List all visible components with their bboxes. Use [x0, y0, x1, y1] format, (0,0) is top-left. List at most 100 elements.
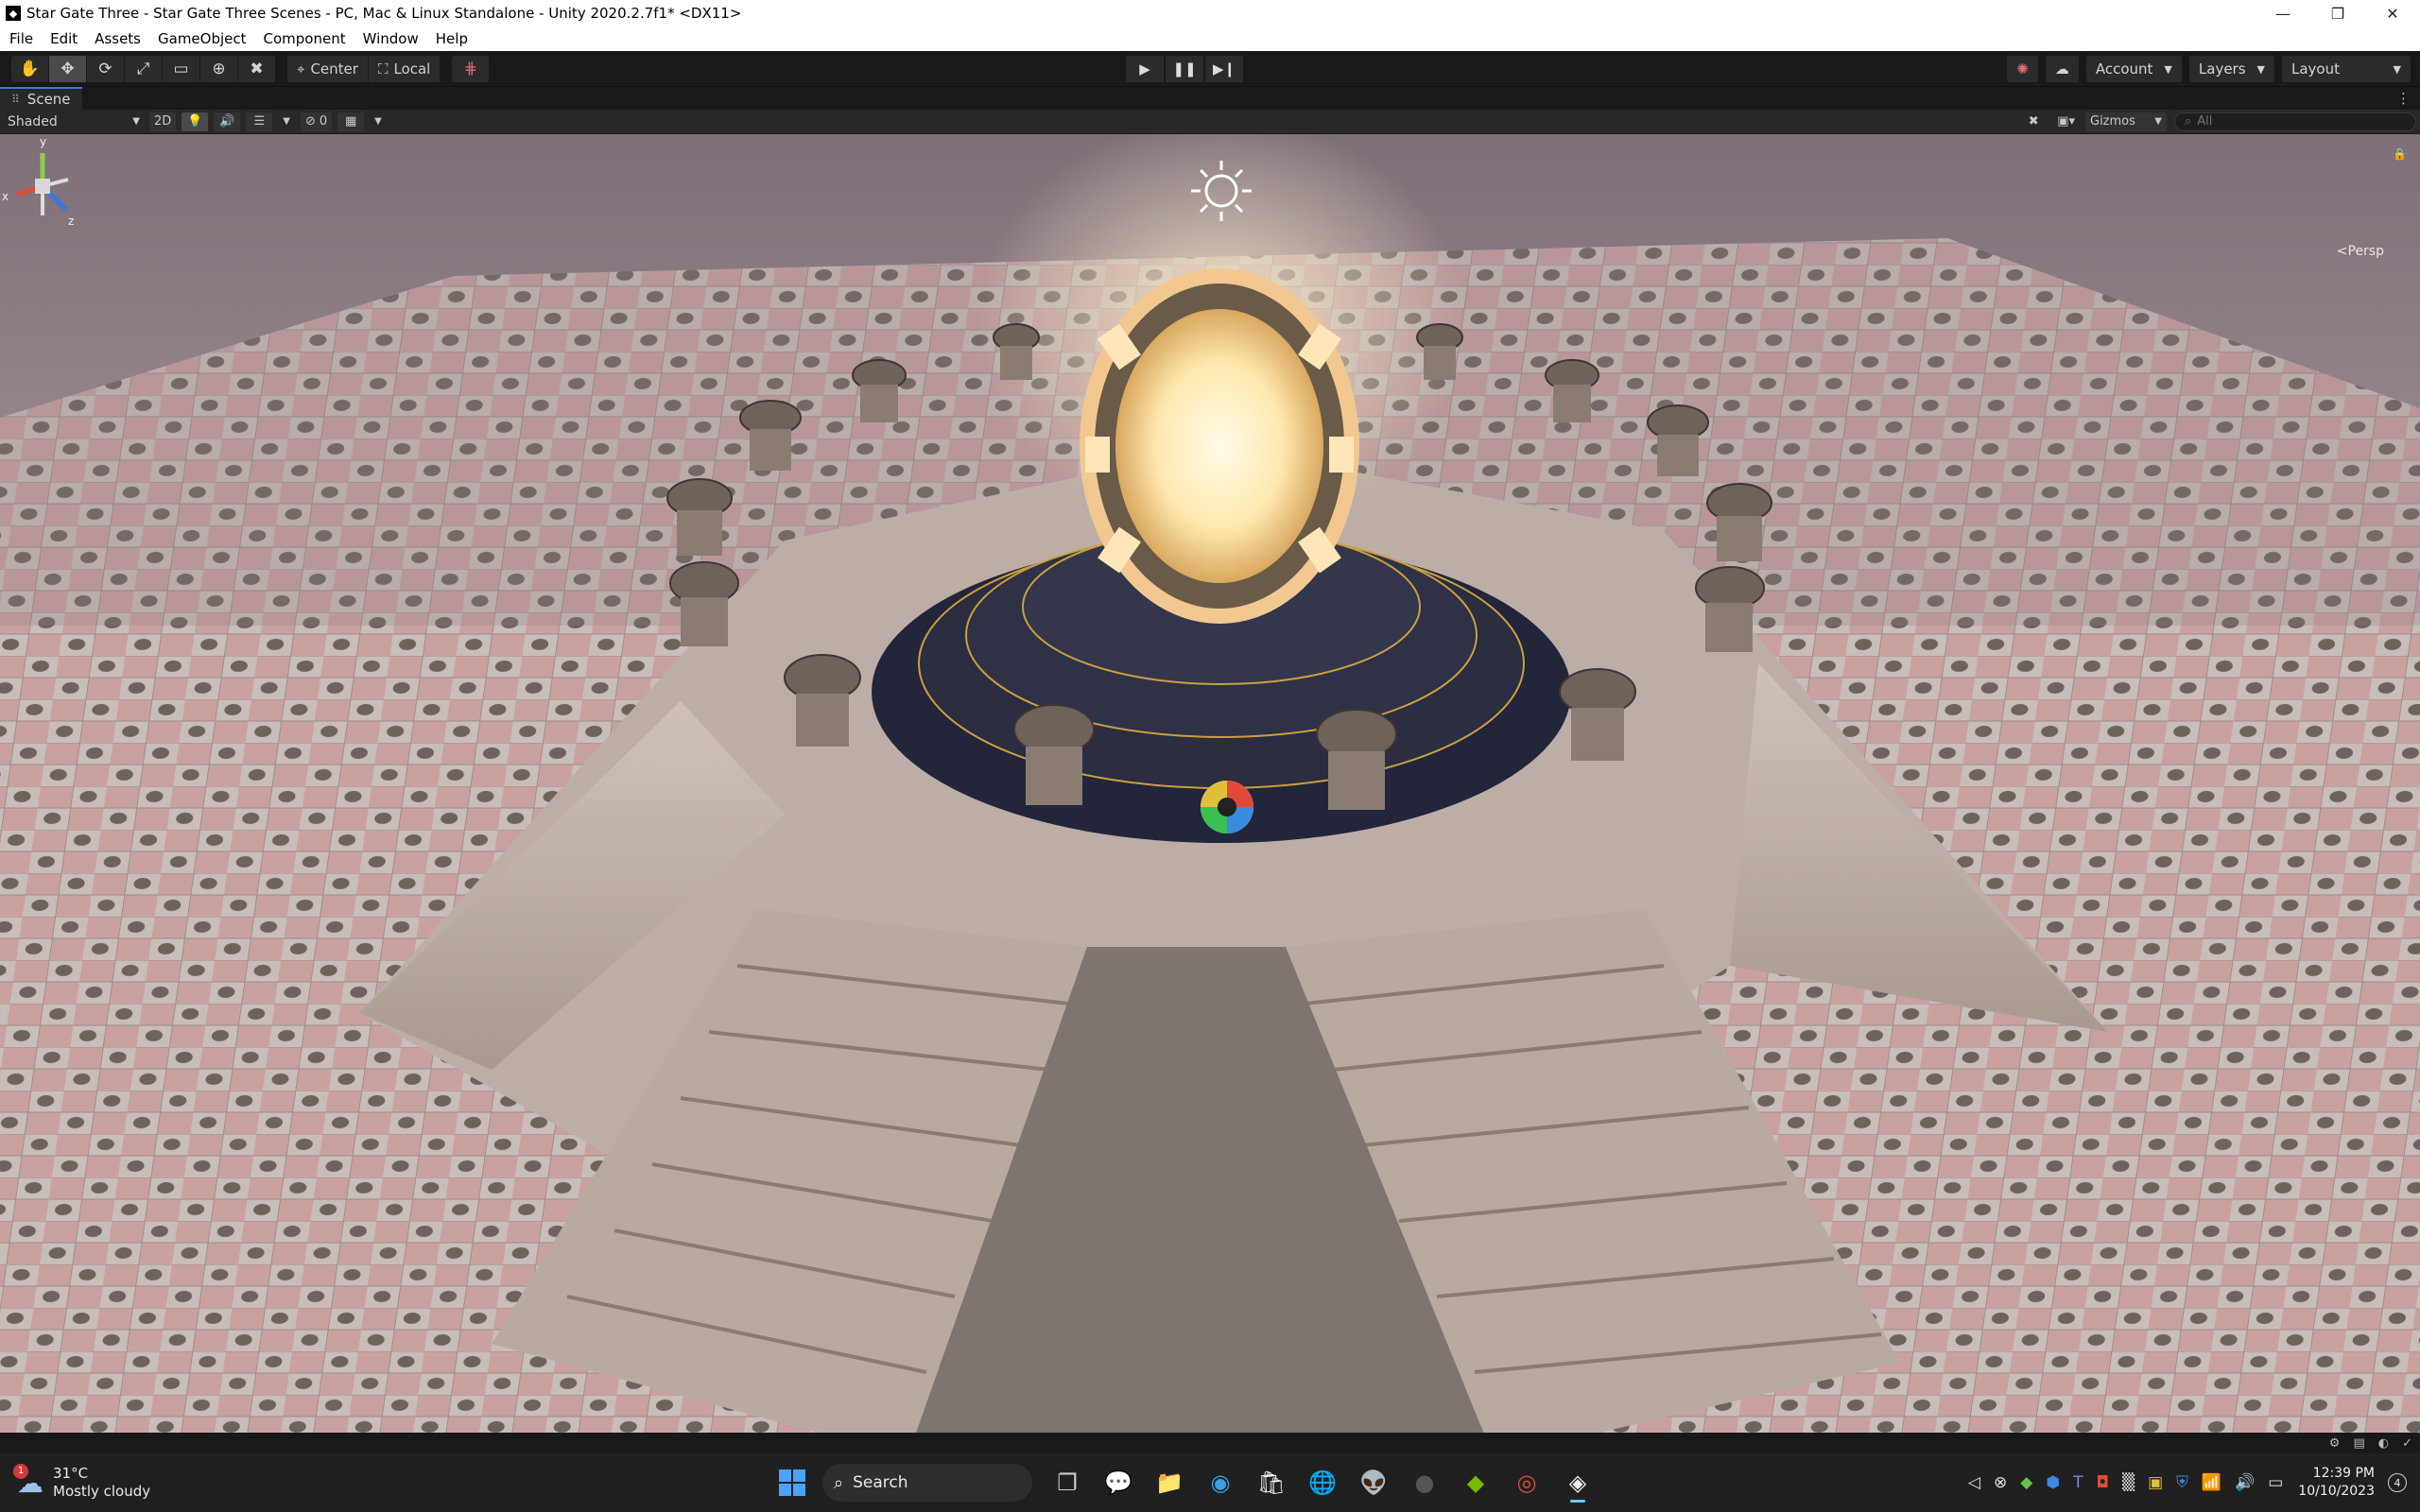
unity-taskbar-icon[interactable]: ◈ [1556, 1461, 1599, 1504]
gizmos-dropdown[interactable]: Gizmos ▼ [2085, 112, 2167, 131]
taskbar-search[interactable]: ⌕ Search [822, 1464, 1032, 1502]
gizmos-label: Gizmos [2090, 114, 2135, 129]
pause-button[interactable]: ❚❚ [1166, 56, 1203, 82]
teams-icon[interactable]: T [2073, 1473, 2083, 1492]
alien-app-icon[interactable]: 👽 [1352, 1461, 1395, 1504]
custom-tool-icon[interactable]: ✖ [238, 55, 276, 82]
weather-temp: 31°C [53, 1465, 89, 1482]
layers-dropdown[interactable]: Layers ▼ [2188, 56, 2274, 82]
windows-taskbar: ☁ 1 31°C Mostly cloudy ⌕ Search ❐ 💬 📁 ◉ 🛍 … [0, 1453, 2420, 1512]
menu-window[interactable]: Window [363, 30, 419, 47]
chat-icon[interactable]: 💬 [1097, 1461, 1140, 1504]
progress-icon[interactable]: ▤ [2353, 1436, 2364, 1451]
audio-toggle-icon[interactable]: 🔊 [214, 112, 241, 131]
pivot-rotation-label: Local [393, 60, 431, 77]
xbox-icon[interactable]: ⊗ [1994, 1473, 2007, 1492]
clock-date: 10/10/2023 [2298, 1484, 2375, 1499]
tray-yellow-icon[interactable]: ▣ [2148, 1473, 2163, 1492]
grid-dropdown-icon[interactable]: ▼ [370, 112, 387, 131]
wifi-icon[interactable]: 📶 [2202, 1473, 2221, 1492]
transform-tool-icon[interactable]: ⊕ [200, 55, 238, 82]
shading-mode-dropdown[interactable]: Shaded ▼ [4, 112, 144, 131]
layout-label: Layout [2291, 60, 2340, 77]
menu-gameobject[interactable]: GameObject [158, 30, 247, 47]
tray-shield-icon[interactable]: ⬢ [2046, 1473, 2060, 1492]
menu-bar: File Edit Assets GameObject Component Wi… [0, 26, 2420, 51]
scene-search-input[interactable] [2197, 114, 2387, 129]
clock[interactable]: 12:39 PM 10/10/2023 [2298, 1465, 2375, 1501]
battery-icon[interactable]: ▭ [2268, 1473, 2283, 1492]
lighting-toggle-icon[interactable]: 💡 [182, 112, 209, 131]
scene-visibility-toggle[interactable]: ⊘ 0 [300, 112, 333, 131]
orientation-gizmo[interactable]: y x z [0, 134, 85, 266]
chrome-icon[interactable]: ◎ [1505, 1461, 1548, 1504]
pivot-rotation-button[interactable]: ⛶ Local [368, 55, 441, 82]
step-button[interactable]: ▶❙ [1205, 56, 1243, 82]
search-icon: ⌕ [834, 1472, 844, 1493]
file-explorer-icon[interactable]: 📁 [1148, 1461, 1191, 1504]
eye-slash-icon: ⊘ [304, 114, 316, 129]
close-button[interactable]: ✕ [2365, 0, 2420, 26]
tab-menu-icon[interactable]: ⋮ [2396, 90, 2411, 107]
menu-file[interactable]: File [9, 30, 33, 47]
hidden-count: 0 [319, 114, 328, 129]
unity-hub-icon[interactable]: ◁ [1968, 1473, 1980, 1492]
tray-green-icon[interactable]: ◆ [2020, 1473, 2032, 1492]
status-bar: ⚙ ▤ ◐ ✓ [0, 1433, 2420, 1453]
baking-icon[interactable]: ◐ [2378, 1436, 2389, 1451]
rect-tool-icon[interactable]: ▭ [163, 55, 200, 82]
task-view-icon[interactable]: ❐ [1046, 1461, 1089, 1504]
menu-assets[interactable]: Assets [95, 30, 141, 47]
menu-component[interactable]: Component [264, 30, 346, 47]
debug-icon[interactable]: ⚙ [2329, 1436, 2341, 1451]
account-dropdown[interactable]: Account ▼ [2085, 56, 2182, 82]
chevron-down-icon: ▼ [2154, 116, 2162, 127]
menu-edit[interactable]: Edit [50, 30, 78, 47]
clock-time: 12:39 PM [2312, 1466, 2375, 1481]
scene-viewport[interactable]: y x z 🔒 <Persp [0, 134, 2420, 1433]
defender-icon[interactable]: ⛨ [2176, 1473, 2188, 1492]
layout-dropdown[interactable]: Layout ▼ [2282, 56, 2411, 82]
effects-dropdown-icon[interactable]: ▼ [278, 112, 295, 131]
nvidia-icon[interactable]: ◆ [1454, 1461, 1497, 1504]
projection-toggle[interactable]: <Persp [2337, 244, 2384, 259]
collab-icon[interactable]: ✺ [2007, 56, 2038, 82]
scene-search-box[interactable]: ⌕ [2174, 112, 2416, 131]
tray-gray-icon[interactable]: ▒ [2122, 1473, 2135, 1492]
taskbar-apps: ⌕ Search ❐ 💬 📁 ◉ 🛍 🌐 👽 ● ◆ ◎ ◈ [773, 1461, 1603, 1504]
volume-icon[interactable]: 🔊 [2235, 1473, 2255, 1492]
dark-app-icon[interactable]: ● [1403, 1461, 1446, 1504]
toggle-2d-button[interactable]: 2D [149, 112, 177, 131]
move-tool-icon[interactable]: ✥ [49, 55, 87, 82]
hand-tool-icon[interactable]: ✋ [11, 55, 49, 82]
grid-snap-icon[interactable]: ⋕ [452, 55, 491, 82]
edge-icon[interactable]: ◉ [1199, 1461, 1242, 1504]
store-icon[interactable]: 🛍 [1250, 1461, 1293, 1504]
camera-icon[interactable]: ▣▾ [2052, 112, 2080, 131]
menu-help[interactable]: Help [436, 30, 468, 47]
restore-button[interactable]: ❐ [2310, 0, 2365, 26]
tab-scene[interactable]: ⠿ Scene [0, 87, 82, 110]
notification-badge[interactable]: 4 [2388, 1473, 2407, 1492]
unity-editor-window: ◆ Star Gate Three - Star Gate Three Scen… [0, 0, 2420, 1512]
tray-red-icon[interactable]: ◘ [2097, 1473, 2109, 1492]
start-button[interactable] [773, 1464, 811, 1502]
grid-toggle-icon[interactable]: ▦ [337, 112, 365, 131]
lock-icon[interactable]: 🔒 [2393, 147, 2407, 161]
effects-toggle-icon[interactable]: ☰ [246, 112, 273, 131]
chevron-down-icon: ▼ [132, 116, 140, 127]
grid-icon: ⠿ [11, 93, 20, 106]
globe-app-icon[interactable]: 🌐 [1301, 1461, 1344, 1504]
pivot-mode-button[interactable]: ⌖ Center [287, 55, 369, 82]
play-button[interactable]: ▶ [1126, 56, 1164, 82]
cloud-icon[interactable]: ☁ [2045, 56, 2079, 82]
window-controls: — ❐ ✕ [2256, 0, 2420, 26]
weather-widget[interactable]: ☁ 1 31°C Mostly cloudy [13, 1463, 150, 1501]
tools-icon[interactable]: ✖ [2020, 112, 2047, 131]
shading-mode-label: Shaded [8, 113, 58, 129]
rotate-tool-icon[interactable]: ⟳ [87, 55, 125, 82]
check-icon[interactable]: ✓ [2402, 1436, 2412, 1451]
window-title: Star Gate Three - Star Gate Three Scenes… [26, 5, 742, 22]
minimize-button[interactable]: — [2256, 0, 2310, 26]
scale-tool-icon[interactable]: ⤢ [125, 55, 163, 82]
